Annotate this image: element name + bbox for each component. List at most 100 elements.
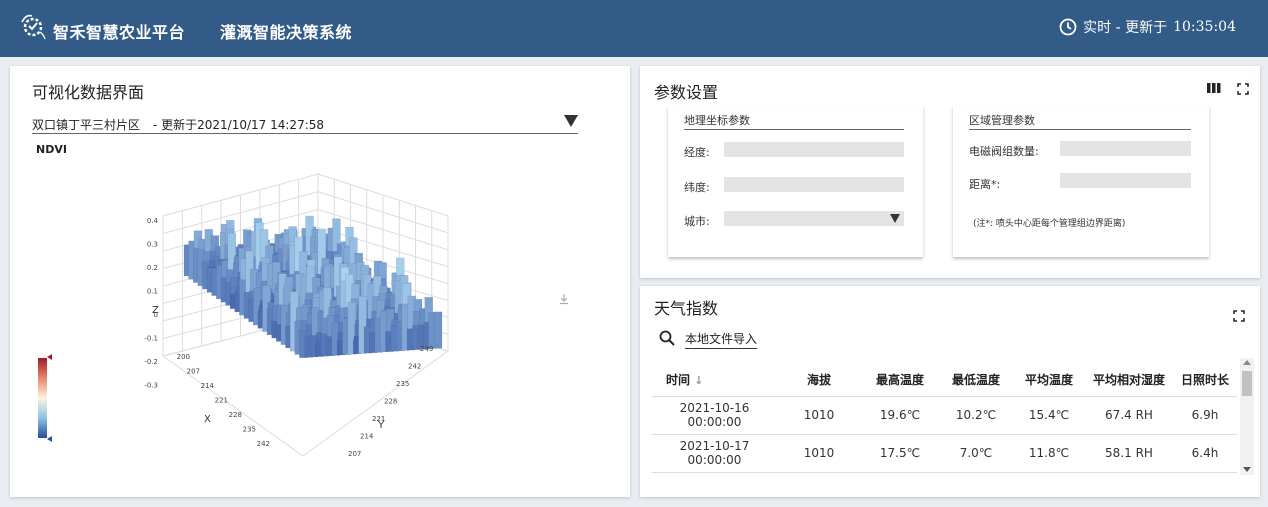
table-scrollbar[interactable] bbox=[1240, 358, 1254, 475]
table-cell: 6.9h bbox=[1173, 396, 1237, 435]
system-title: 灌溉智能决策系统 bbox=[220, 23, 353, 42]
search-icon[interactable] bbox=[659, 330, 675, 346]
y-tick-label: 228 bbox=[384, 398, 397, 406]
table-cell: 6.4h bbox=[1173, 434, 1237, 473]
table-cell: 10.2℃ bbox=[939, 396, 1013, 435]
x-tick-label: 228 bbox=[229, 411, 242, 419]
surface-mesh bbox=[183, 215, 443, 358]
x-tick-label: 242 bbox=[257, 440, 270, 448]
region-updated: - 更新于2021/10/17 14:27:58 bbox=[153, 118, 325, 132]
brand-name: 智禾智慧农业平台 bbox=[53, 23, 186, 42]
x-tick-label: 235 bbox=[243, 426, 256, 434]
z-tick-label: 0.3 bbox=[147, 241, 158, 249]
logo-icon bbox=[21, 14, 46, 40]
card-title: 地理坐标参数 bbox=[684, 112, 904, 130]
table-cell: 2021-10-16 00:00:00 bbox=[652, 396, 777, 435]
distance-note: (注*: 喷头中心距每个管理组边界距离) bbox=[973, 219, 1126, 229]
status-label: 实时 - 更新于 bbox=[1083, 20, 1168, 36]
columns-icon[interactable] bbox=[1207, 82, 1221, 94]
colorbar bbox=[38, 358, 47, 438]
card-title: 区域管理参数 bbox=[969, 112, 1191, 130]
table-cell: 67.4 RH bbox=[1085, 396, 1173, 435]
table-cell: 58.1 RH bbox=[1085, 434, 1173, 473]
z-tick-label: 0.2 bbox=[147, 264, 158, 272]
scroll-up-icon[interactable] bbox=[1243, 360, 1251, 365]
x-tick-label: 221 bbox=[215, 397, 228, 405]
visualization-panel: 可视化数据界面 双口镇丁平三村片区 - 更新于2021/10/17 14:27:… bbox=[10, 66, 630, 497]
table-row[interactable]: 2021-10-17 00:00:00 1010 17.5℃ 7.0℃ 11.8… bbox=[652, 434, 1237, 473]
sort-arrow-icon[interactable]: ↓ bbox=[694, 374, 703, 387]
z-tick-label: 0.1 bbox=[147, 288, 158, 296]
panel-title: 天气指数 bbox=[654, 299, 719, 318]
fullscreen-icon[interactable] bbox=[1237, 83, 1249, 95]
table-cell: 11.8℃ bbox=[1013, 434, 1085, 473]
table-cell: 19.6℃ bbox=[861, 396, 939, 435]
scroll-thumb[interactable] bbox=[1242, 371, 1252, 396]
weather-table: 时间 ↓ 海拔 最高温度 最低温度 平均温度 平均相对湿度 日照时长 2021-… bbox=[652, 364, 1237, 473]
table-cell: 2021-10-17 00:00:00 bbox=[652, 434, 777, 473]
column-header[interactable]: 最低温度 bbox=[939, 364, 1013, 397]
weather-panel: 天气指数 本地文件导入 时间 ↓ 海拔 最高温度 最低温度 平均温度 平均相对湿… bbox=[640, 286, 1260, 497]
plot-label: NDVI bbox=[36, 143, 67, 156]
z-axis-label: Z bbox=[152, 305, 159, 316]
zone-params-card: 区域管理参数 电磁阀组数量: 距离*: (注*: 喷头中心距每个管理组边界距离) bbox=[953, 106, 1209, 257]
z-tick-label: -0.1 bbox=[144, 335, 158, 343]
y-tick-label: 235 bbox=[396, 380, 409, 388]
latitude-label: 纬度: bbox=[684, 181, 710, 194]
dropdown-caret-icon[interactable] bbox=[564, 115, 578, 127]
column-header[interactable]: 平均相对湿度 bbox=[1085, 364, 1173, 397]
x-tick-label: 214 bbox=[201, 382, 215, 390]
download-icon[interactable] bbox=[558, 293, 570, 305]
longitude-label: 经度: bbox=[684, 146, 710, 159]
table-cell: 15.4℃ bbox=[1013, 396, 1085, 435]
import-local-file-link[interactable]: 本地文件导入 bbox=[685, 330, 758, 349]
ndvi-3d-surface-plot[interactable]: 0.40.30.20.10-0.1-0.2-0.3200207214221228… bbox=[28, 166, 618, 486]
colorbar-top-marker bbox=[47, 354, 52, 360]
distance-label: 距离*: bbox=[969, 178, 1001, 191]
z-tick-label: 0.4 bbox=[147, 217, 159, 225]
parameters-panel: 参数设置 地理坐标参数 经度: 纬度: 城市: 区域管理参数 电磁阀组数量: 距… bbox=[640, 66, 1260, 278]
city-select[interactable] bbox=[724, 211, 904, 226]
y-tick-label: 207 bbox=[348, 450, 361, 458]
table-header-row: 时间 ↓ 海拔 最高温度 最低温度 平均温度 平均相对湿度 日照时长 bbox=[652, 364, 1237, 397]
column-header-time[interactable]: 时间 ↓ bbox=[652, 364, 777, 397]
y-tick-label: 242 bbox=[408, 363, 421, 371]
scroll-down-icon[interactable] bbox=[1243, 467, 1251, 472]
fullscreen-icon[interactable] bbox=[1233, 310, 1245, 322]
column-header[interactable]: 日照时长 bbox=[1173, 364, 1237, 397]
colorbar-bottom-marker bbox=[47, 436, 52, 442]
column-header[interactable]: 平均温度 bbox=[1013, 364, 1085, 397]
table-cell: 17.5℃ bbox=[861, 434, 939, 473]
column-header[interactable]: 海拔 bbox=[777, 364, 861, 397]
valve-count-label: 电磁阀组数量: bbox=[969, 145, 1039, 158]
column-header[interactable]: 最高温度 bbox=[861, 364, 939, 397]
z-tick-label: -0.2 bbox=[144, 358, 158, 366]
table-cell: 1010 bbox=[777, 396, 861, 435]
status-time: 10:35:04 bbox=[1173, 19, 1236, 35]
region-name: 双口镇丁平三村片区 bbox=[32, 118, 141, 132]
geo-params-card: 地理坐标参数 经度: 纬度: 城市: bbox=[668, 106, 923, 257]
panel-title: 参数设置 bbox=[654, 83, 719, 102]
x-tick-label: 207 bbox=[187, 368, 200, 376]
y-tick-label: 249 bbox=[420, 345, 433, 353]
dropdown-caret-icon[interactable] bbox=[890, 214, 900, 223]
y-tick-label: 214 bbox=[360, 433, 374, 441]
x-tick-label: 200 bbox=[177, 353, 190, 361]
city-label: 城市: bbox=[684, 215, 710, 228]
top-bar: 智禾智慧农业平台 灌溉智能决策系统 实时 - 更新于 10:35:04 bbox=[0, 0, 1268, 57]
clock-icon bbox=[1059, 18, 1077, 36]
table-cell: 7.0℃ bbox=[939, 434, 1013, 473]
valve-count-input[interactable] bbox=[1060, 141, 1191, 156]
longitude-input[interactable] bbox=[724, 142, 904, 157]
y-axis-label: Y bbox=[377, 420, 385, 431]
distance-input[interactable] bbox=[1060, 173, 1191, 188]
table-cell: 1010 bbox=[777, 434, 861, 473]
surface-column bbox=[433, 311, 443, 349]
panel-title: 可视化数据界面 bbox=[32, 83, 145, 102]
update-status: 实时 - 更新于 10:35:04 bbox=[1059, 17, 1236, 37]
z-tick-label: -0.3 bbox=[144, 382, 158, 390]
latitude-input[interactable] bbox=[724, 177, 904, 192]
x-axis-label: X bbox=[204, 414, 211, 425]
table-row[interactable]: 2021-10-16 00:00:00 1010 19.6℃ 10.2℃ 15.… bbox=[652, 396, 1237, 435]
region-select[interactable]: 双口镇丁平三村片区 - 更新于2021/10/17 14:27:58 bbox=[32, 113, 578, 134]
